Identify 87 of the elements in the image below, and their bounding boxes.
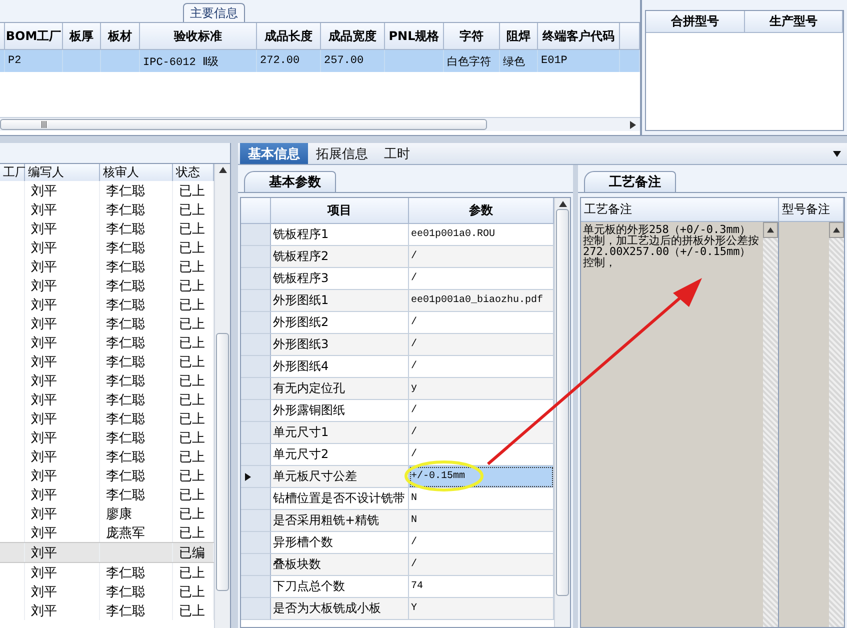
table-cell: 外形图纸3 — [271, 334, 409, 356]
table-cell: 外形露铜图纸 — [271, 400, 409, 422]
tab[interactable]: 基本参数 — [244, 171, 336, 192]
table-row[interactable]: 刘平 李仁聪 已上 — [0, 181, 214, 200]
splitter-bar[interactable] — [573, 165, 578, 628]
table-cell: 外形图纸4 — [271, 356, 409, 378]
column-header[interactable] — [0, 23, 5, 50]
column-header[interactable]: BOM工厂 — [5, 23, 63, 50]
column-header[interactable]: 阻焊 — [500, 23, 538, 50]
table-cell: 外形图纸2 — [271, 312, 409, 334]
header-filler — [620, 23, 640, 50]
table-cell[interactable]: / — [409, 356, 554, 378]
column-header[interactable]: 生产型号 — [744, 11, 843, 33]
table-cell[interactable]: / — [409, 422, 554, 444]
scrollbar[interactable] — [829, 222, 844, 627]
scrollbar[interactable] — [763, 222, 778, 627]
table-cell: 铣板程序1 — [271, 224, 409, 246]
table-cell: 单元尺寸1 — [271, 422, 409, 444]
table-cell[interactable]: / — [409, 554, 554, 576]
table-cell: 单元板尺寸公差 — [271, 466, 409, 488]
table-cell: 有无内定位孔 — [271, 378, 409, 400]
scrollbar[interactable] — [214, 164, 230, 628]
table-cell[interactable]: y — [409, 378, 554, 400]
scroll-up-arrow-icon[interactable] — [767, 227, 774, 233]
column-header[interactable]: 终端客户代码 — [538, 23, 620, 50]
tab[interactable]: 工时 — [376, 143, 418, 164]
table-cell[interactable]: / — [409, 444, 554, 466]
table-cell: 是否采用粗铣+精铣 — [271, 510, 409, 532]
header-corner — [241, 198, 271, 224]
table-cell[interactable]: Y — [409, 598, 554, 620]
column-header[interactable]: 合拼型号 — [646, 11, 744, 33]
column-header[interactable]: 型号备注 — [779, 198, 844, 222]
horizontal-scrollbar[interactable] — [0, 117, 640, 131]
table-row[interactable]: 刘平 已编 — [0, 542, 214, 563]
table-cell[interactable]: +/-0.15mm — [409, 466, 554, 488]
scroll-up-arrow-icon — [558, 201, 566, 207]
table-cell: 是否为大板铣成小板 — [271, 598, 409, 620]
table-cell[interactable]: / — [409, 268, 554, 290]
grip-icon — [41, 121, 48, 128]
column-header[interactable]: 工艺备注 — [581, 198, 779, 222]
current-row-icon — [245, 472, 251, 480]
scroll-up-arrow-icon — [218, 167, 226, 173]
tab[interactable]: 拓展信息 — [308, 143, 376, 164]
table-cell[interactable]: / — [409, 246, 554, 268]
column-header[interactable]: 验收标准 — [140, 23, 257, 50]
scroll-right-arrow-icon[interactable] — [630, 120, 636, 128]
table-cell[interactable]: N — [409, 488, 554, 510]
note-text[interactable]: 单元板的外形258（+0/-0.3mm）控制，加工艺边后的拼板外形公差按272.00X257.00（+/-0.15mm）控制， — [581, 222, 763, 270]
table-cell: 铣板程序3 — [271, 268, 409, 290]
column-header[interactable]: 板材 — [101, 23, 140, 50]
column-header[interactable]: 成品宽度 — [321, 23, 385, 50]
table-cell: 刘平 — [25, 543, 100, 562]
table-cell: 异形槽个数 — [271, 532, 409, 554]
table-cell: 钻槽位置是否不设计铣带 — [271, 488, 409, 510]
column-header[interactable]: 核审人 — [100, 164, 173, 182]
row-header[interactable] — [241, 466, 271, 488]
column-header[interactable]: 编写人 — [25, 164, 100, 182]
table-cell[interactable]: / — [409, 400, 554, 422]
tab[interactable]: 工艺备注 — [584, 171, 676, 192]
column-header[interactable]: 板厚 — [63, 23, 101, 50]
group-title: 主要信息 — [183, 3, 245, 22]
column-header[interactable]: 成品长度 — [257, 23, 321, 50]
column-header[interactable]: 状态 — [173, 164, 214, 182]
table-cell: 李仁聪 — [100, 601, 173, 620]
table-cell[interactable]: ee01p001a0_biaozhu.pdf — [409, 290, 554, 312]
table-cell[interactable]: 74 — [409, 576, 554, 598]
table-cell[interactable]: / — [409, 532, 554, 554]
table-cell[interactable]: / — [409, 312, 554, 334]
table-cell: 下刀点总个数 — [271, 576, 409, 598]
table-cell: 叠板块数 — [271, 554, 409, 576]
scroll-up-arrow-icon[interactable] — [833, 227, 840, 233]
table-cell: 绿色 — [500, 50, 538, 72]
table-cell: 刘平 — [25, 601, 100, 620]
table-cell: 单元尺寸2 — [271, 444, 409, 466]
table-cell[interactable]: / — [409, 334, 554, 356]
table-cell: 铣板程序2 — [271, 246, 409, 268]
column-header[interactable]: 项目 — [271, 198, 409, 224]
column-header[interactable]: PNL规格 — [385, 23, 444, 50]
splitter-bar[interactable] — [0, 135, 847, 143]
tab[interactable]: 基本信息 — [240, 143, 308, 164]
column-header[interactable]: 字符 — [444, 23, 500, 50]
dropdown-caret-icon[interactable] — [833, 150, 841, 156]
scrollbar[interactable] — [554, 198, 570, 627]
column-header[interactable]: 参数 — [409, 198, 554, 224]
table-cell[interactable]: ee01p001a0.ROU — [409, 224, 554, 246]
table-cell: 外形图纸1 — [271, 290, 409, 312]
table-cell[interactable]: N — [409, 510, 554, 532]
